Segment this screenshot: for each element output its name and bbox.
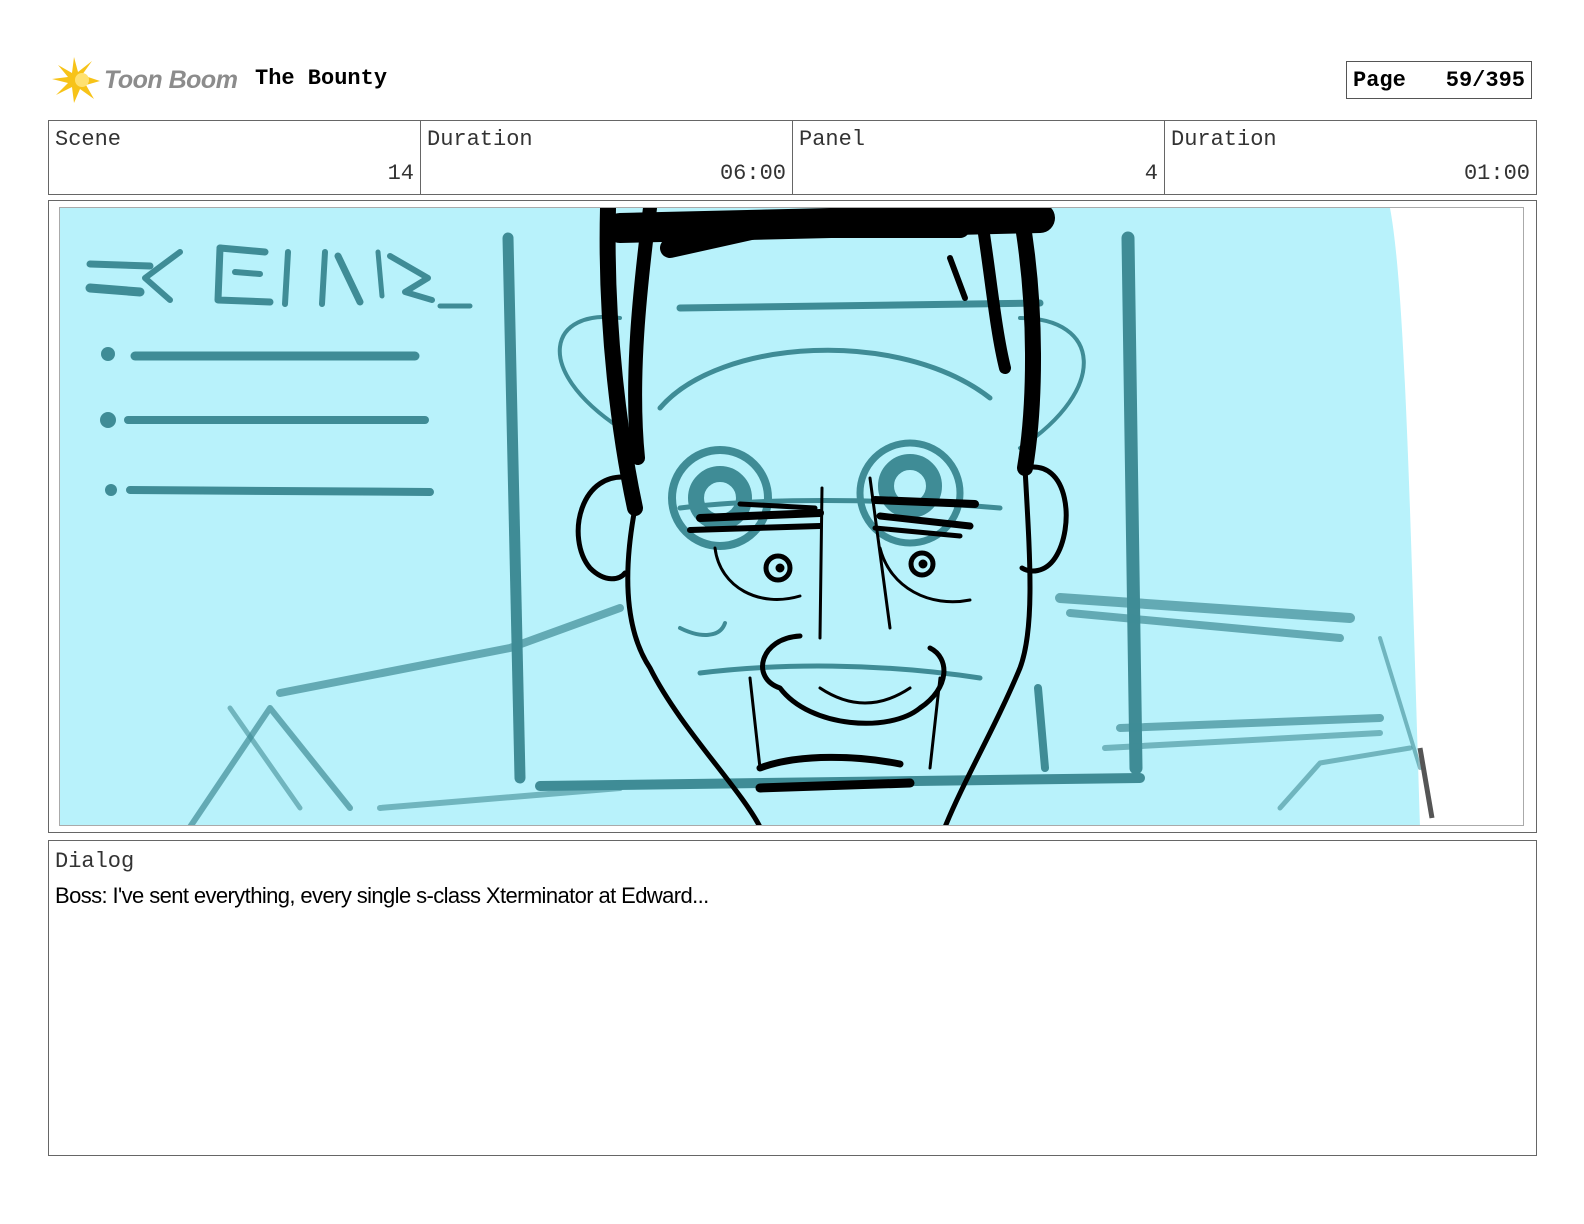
scene-label: Scene [55,127,122,152]
page-header: Toon Boom The Bounty Page 59/395 [52,54,1536,106]
logo-wordmark: Toon Boom [104,65,238,94]
page-number: 59/395 [1445,67,1525,93]
scene-duration-cell: Duration 06:00 [421,121,793,194]
panel-label: Panel [799,127,866,152]
project-title: The Bounty [255,66,388,91]
panel-image-area [59,207,1524,826]
page-indicator: Page 59/395 [1346,61,1532,99]
shot-info-row: Scene 14 Duration 06:00 Panel 4 Duration… [48,120,1537,195]
scene-duration-value: 06:00 [719,161,786,186]
panel-cell: Panel 4 [793,121,1165,194]
storyboard-panel [48,200,1537,833]
panel-duration-label: Duration [1171,127,1277,152]
dialog-section: Dialog Boss: I've sent everything, every… [48,840,1537,1156]
scene-duration-label: Duration [427,127,533,152]
panel-duration-cell: Duration 01:00 [1165,121,1536,194]
panel-number: 4 [1144,161,1158,186]
dialog-text: Boss: I've sent everything, every single… [55,883,709,908]
toon-boom-logo: Toon Boom [52,54,238,106]
scene-cell: Scene 14 [49,121,421,194]
panel-duration-value: 01:00 [1463,161,1530,186]
scene-number: 14 [387,161,414,186]
storyboard-sketch-illustration [60,208,1435,825]
page-label: Page [1353,67,1406,93]
dialog-label: Dialog [55,849,135,874]
toon-boom-logo-icon [52,57,100,103]
